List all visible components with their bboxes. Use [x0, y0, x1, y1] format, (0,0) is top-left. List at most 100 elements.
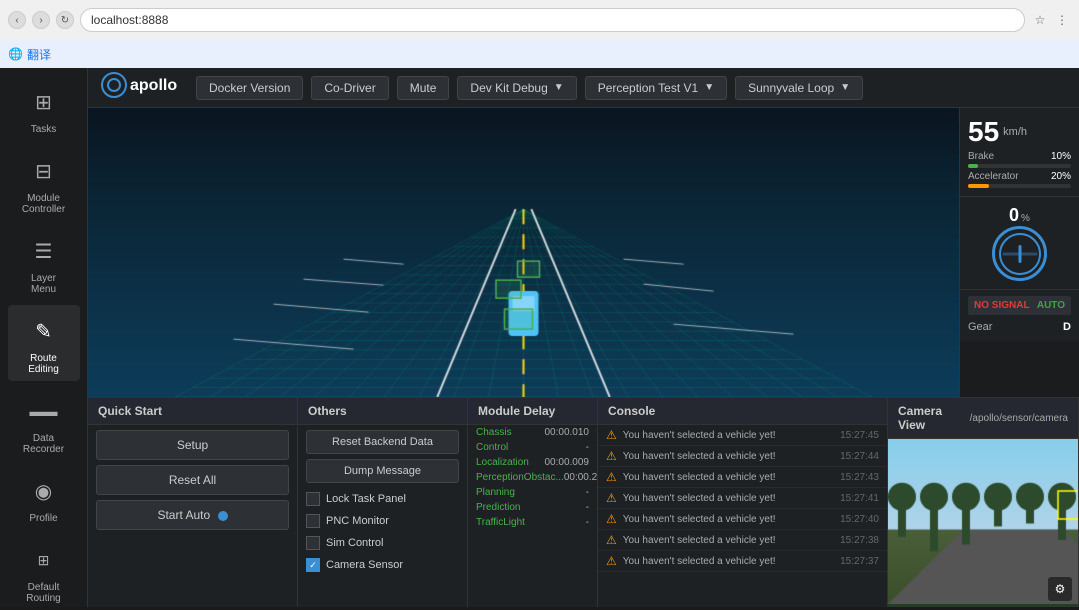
brake-progress — [968, 164, 1071, 168]
checkbox-lock-task-panel[interactable]: Lock Task Panel — [298, 488, 467, 510]
checkboxes-container: Lock Task Panel PNC Monitor Sim ControlCam… — [298, 488, 467, 576]
speed-value: 55 — [968, 116, 999, 148]
perception-dropdown[interactable]: Perception Test V1 ▼ — [585, 76, 727, 100]
module-name: Control — [476, 442, 508, 453]
devkit-dropdown[interactable]: Dev Kit Debug ▼ — [457, 76, 576, 100]
sidebar-item-module-controller[interactable]: ⊟ ModuleController — [8, 145, 80, 221]
camera-panel: Camera View /apollo/sensor/camera ⚙ — [888, 398, 1079, 607]
steering-wheel — [992, 226, 1047, 281]
accel-label: Accelerator — [968, 171, 1019, 182]
console-warning-icon: ⚠ — [606, 554, 617, 568]
route-editing-label: RouteEditing — [28, 353, 59, 375]
console-timestamp: 15:27:37 — [840, 556, 879, 567]
console-row: ⚠You haven't selected a vehicle yet!15:2… — [598, 467, 887, 488]
console-row: ⚠You haven't selected a vehicle yet!15:2… — [598, 425, 887, 446]
console-timestamp: 15:27:38 — [840, 535, 879, 546]
console-warning-icon: ⚠ — [606, 449, 617, 463]
console-row: ⚠ You haven't selected a vehicle yet! 15:2… — [598, 509, 887, 530]
console-timestamp: 15:27:44 — [840, 451, 879, 462]
apollo-logo: apollo — [100, 71, 180, 105]
setup-btn[interactable]: Setup — [96, 430, 289, 460]
console-panel: Console ⚠ You haven't selected a vehicle … — [598, 398, 888, 607]
sidebar-item-route-editing[interactable]: ✎ RouteEditing — [8, 305, 80, 381]
bottom-section: Quick Start Setup Reset All Start Auto O… — [88, 397, 1079, 607]
checkbox-pnc-monitor[interactable]: PNC Monitor — [298, 510, 467, 532]
console-timestamp: 15:27:41 — [840, 493, 879, 504]
layer-menu-label: LayerMenu — [31, 273, 56, 295]
console-message: You haven't selected a vehicle yet! — [623, 514, 834, 525]
camera-settings-btn[interactable]: ⚙ — [1048, 577, 1072, 601]
default-routing-label: DefaultRouting — [26, 582, 60, 604]
checkbox-box-camera-sensor — [306, 558, 320, 572]
menu-icon[interactable]: ⋮ — [1053, 11, 1071, 29]
speed-unit: km/h — [1003, 126, 1027, 138]
forward-btn[interactable]: › — [32, 11, 50, 29]
route-dropdown-arrow: ▼ — [840, 82, 850, 93]
module-time: 00:00.259 — [564, 472, 598, 483]
console-message: You haven't selected a vehicle yet! — [623, 430, 834, 441]
back-btn[interactable]: ‹ — [8, 11, 26, 29]
modules-container: Chassis00:00.010Control- Localization 00:0… — [468, 425, 597, 530]
start-auto-btn[interactable]: Start Auto — [96, 500, 289, 530]
sidebar-item-default-routing[interactable]: ⊞ DefaultRouting — [8, 534, 80, 610]
module-time: 00:00.009 — [545, 457, 590, 468]
sidebar-item-profile[interactable]: ◉ Profile — [8, 465, 80, 530]
devkit-dropdown-arrow: ▼ — [554, 82, 564, 93]
start-auto-dot — [218, 511, 228, 521]
signal-badge: NO SIGNAL — [974, 300, 1030, 311]
module-name: Localization — [476, 457, 529, 468]
url-bar[interactable]: localhost:8888 — [80, 8, 1025, 32]
translate-bar: 🌐 翻译 — [0, 40, 1079, 68]
checkbox-sim-control[interactable]: Sim Control — [298, 532, 467, 554]
reset-all-btn[interactable]: Reset All — [96, 465, 289, 495]
route-dropdown[interactable]: Sunnyvale Loop ▼ — [735, 76, 863, 100]
console-container: ⚠ You haven't selected a vehicle yet! 15:2… — [598, 425, 887, 572]
viz-canvas — [88, 108, 959, 397]
checkbox-box-sim-control — [306, 536, 320, 550]
browser-actions: ☆ ⋮ — [1031, 11, 1071, 29]
module-name: TrafficLight — [476, 517, 525, 528]
checkbox-label-pnc-monitor: PNC Monitor — [326, 515, 389, 527]
quick-start-panel: Quick Start Setup Reset All Start Auto — [88, 398, 298, 607]
viz-canvas-container[interactable] — [88, 108, 959, 397]
accel-value: 20% — [1051, 171, 1071, 182]
steering-unit: % — [1021, 213, 1030, 224]
module-row: Prediction- — [468, 500, 597, 515]
co-driver-btn[interactable]: Co-Driver — [311, 76, 388, 100]
sidebar-item-data-recorder[interactable]: ▬▬ DataRecorder — [8, 385, 80, 461]
sidebar-item-tasks[interactable]: ⊞ Tasks — [8, 76, 80, 141]
module-name: Planning — [476, 487, 515, 498]
console-header: Console — [598, 398, 887, 425]
steering-panel: 0 % — [960, 197, 1079, 290]
module-row: Chassis00:00.010 — [468, 425, 597, 440]
refresh-btn[interactable]: ↻ — [56, 11, 74, 29]
camera-path: /apollo/sensor/camera — [970, 413, 1068, 424]
data-recorder-label: DataRecorder — [23, 433, 64, 455]
docker-version-btn[interactable]: Docker Version — [196, 76, 303, 100]
console-message: You haven't selected a vehicle yet! — [623, 472, 834, 483]
default-routing-icon: ⊞ — [24, 540, 64, 580]
data-recorder-icon: ▬▬ — [24, 391, 64, 431]
module-controller-label: ModuleController — [22, 193, 65, 215]
checkbox-box-pnc-monitor — [306, 514, 320, 528]
profile-label: Profile — [29, 513, 57, 524]
console-warning-icon: ⚠ — [606, 533, 617, 547]
tasks-label: Tasks — [31, 124, 57, 135]
console-message: You haven't selected a vehicle yet! — [623, 556, 834, 567]
dump-message-btn[interactable]: Dump Message — [306, 459, 459, 483]
browser-chrome: ‹ › ↻ localhost:8888 ☆ ⋮ — [0, 0, 1079, 40]
tasks-icon: ⊞ — [24, 82, 64, 122]
layer-menu-icon: ☰ — [24, 231, 64, 271]
sidebar-item-layer-menu[interactable]: ☰ LayerMenu — [8, 225, 80, 301]
console-timestamp: 15:27:40 — [840, 514, 879, 525]
camera-view: ⚙ — [888, 439, 1078, 607]
console-row: ⚠You haven't selected a vehicle yet!15:2… — [598, 488, 887, 509]
reset-backend-btn[interactable]: Reset Backend Data — [306, 430, 459, 454]
checkbox-camera-sensor[interactable]: Camera Sensor — [298, 554, 467, 576]
star-icon[interactable]: ☆ — [1031, 11, 1049, 29]
brake-value: 10% — [1051, 151, 1071, 162]
module-row: Control- — [468, 440, 597, 455]
mute-btn[interactable]: Mute — [397, 76, 450, 100]
console-warning-icon: ⚠ — [606, 512, 617, 526]
others-panel: Others Reset Backend Data Dump Message L… — [298, 398, 468, 607]
